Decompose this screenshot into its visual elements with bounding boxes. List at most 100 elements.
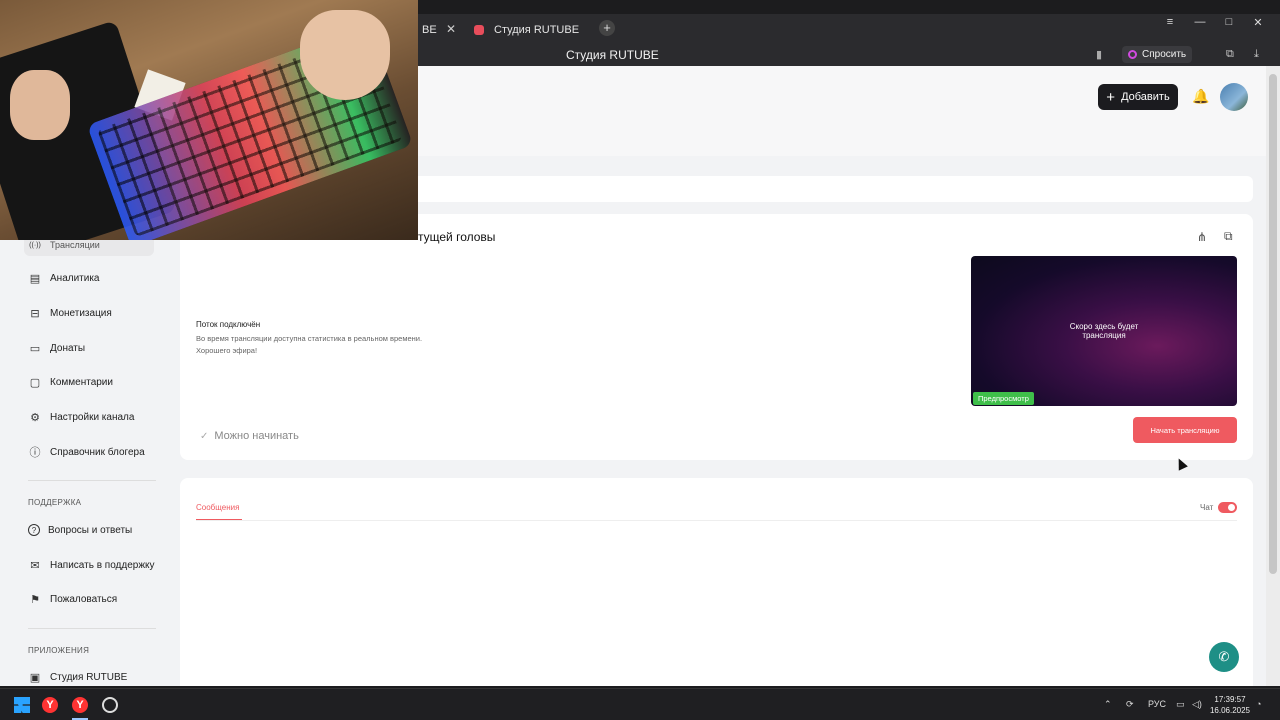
rutube-favicon-icon (474, 25, 484, 35)
tab-label: BE (422, 24, 437, 36)
avatar[interactable] (1220, 83, 1248, 111)
tab-close-icon[interactable]: ✕ (446, 22, 456, 36)
sidebar-item-label: Трансляции (50, 240, 100, 250)
bell-icon[interactable]: 🔔 (1192, 88, 1209, 105)
sidebar-item-channel-settings[interactable]: ⚙ Настройки канала (28, 406, 134, 428)
yandex-browser-icon[interactable]: Y (42, 697, 58, 713)
notifications-icon[interactable]: ◔ (1256, 699, 1261, 709)
start-stream-button[interactable]: Начать трансляцию (1133, 417, 1237, 443)
clock-date: 16.06.2025 (1209, 706, 1251, 715)
toggle-knob (1228, 504, 1235, 511)
taskbar: Y Y ⌃ ⟳ РУС ▭ ◁) 17:39:57 16.06.2025 ◔ (0, 688, 1280, 720)
sidebar-item-label: Студия RUTUBE (50, 671, 128, 683)
comments-icon: ▢ (29, 376, 41, 389)
download-icon[interactable]: ⤓ (1254, 48, 1259, 61)
check-icon: ✓ (200, 430, 209, 442)
gear-icon: ⚙ (30, 411, 40, 424)
tab-label: Студия RUTUBE (494, 24, 580, 36)
sidebar-item-report[interactable]: ⚑ Пожаловаться (28, 588, 117, 610)
new-tab-button[interactable]: + (599, 20, 615, 36)
open-external-icon[interactable]: ⧉ (1224, 229, 1233, 244)
sidebar-item-label: Вопросы и ответы (48, 524, 133, 536)
stream-connected-desc: Во время трансляции доступна статистика … (196, 333, 496, 357)
stream-title: тущей головы (418, 230, 496, 244)
sidebar-divider (28, 628, 156, 629)
taskbar-clock[interactable]: 17:39:57 16.06.2025 (1208, 694, 1252, 716)
window-close-icon[interactable]: ✕ (1248, 16, 1268, 29)
obs-icon[interactable] (102, 697, 118, 713)
chat-toggle-label: Чат (1200, 503, 1214, 512)
preview-text-line-2: трансляция (1082, 331, 1126, 340)
sidebar-item-monetization[interactable]: ⊟ Монетизация (28, 302, 112, 324)
windows-start-icon[interactable] (14, 697, 30, 713)
stream-card: тущей головы ⋔ ⧉ Поток подключён Во врем… (180, 214, 1253, 460)
ai-icon (1128, 50, 1137, 59)
ask-ai-button[interactable]: Спросить (1122, 46, 1193, 63)
sidebar: ((·)) Трансляции ▤ Аналитика ⊟ Монетизац… (14, 234, 170, 688)
support-heading: ПОДДЕРЖКА (28, 498, 82, 507)
add-label: Добавить (1121, 91, 1170, 103)
help-icon: ? (28, 524, 40, 536)
monetization-icon: ⊟ (30, 307, 40, 320)
tray-chevron-icon[interactable]: ⌃ (1104, 699, 1112, 710)
sidebar-item-studio-app[interactable]: ▣ Студия RUTUBE (28, 666, 128, 688)
sidebar-item-label: Комментарии (50, 376, 113, 388)
browser-menu-icon[interactable]: ≡ (1160, 16, 1180, 28)
preview-badge: Предпросмотр (973, 392, 1034, 405)
sidebar-item-label: Монетизация (50, 307, 112, 319)
sidebar-item-donations[interactable]: ▭ Донаты (28, 337, 85, 359)
preview-placeholder-text: Скоро здесь будет трансляция (971, 322, 1237, 340)
page-title[interactable]: Студия RUTUBE (566, 48, 659, 62)
info-icon: ⓘ (29, 447, 41, 459)
sidebar-item-blogger-guide[interactable]: ⓘ Справочник блогера (28, 441, 145, 463)
sidebar-item-label: Пожаловаться (50, 593, 118, 605)
preview-text-line-1: Скоро здесь будет (1069, 322, 1139, 331)
scroll-thumb[interactable] (1269, 74, 1277, 574)
ready-status: ✓ Можно начинать (200, 430, 299, 442)
donations-icon: ▭ (29, 342, 41, 355)
studio-icon: ▣ (29, 671, 41, 684)
sidebar-divider (28, 480, 156, 481)
sidebar-item-comments[interactable]: ▢ Комментарии (28, 371, 113, 393)
language-indicator[interactable]: РУС (1148, 699, 1166, 709)
collections-icon[interactable]: ⧉ (1226, 48, 1234, 61)
sidebar-item-label: Написать в поддержку (50, 559, 155, 571)
monitor-icon[interactable]: ▭ (1176, 699, 1185, 710)
tab-active-underline (196, 519, 242, 520)
sidebar-item-contact-support[interactable]: ✉ Написать в поддержку (28, 554, 155, 576)
maximize-icon[interactable]: □ (1219, 16, 1239, 28)
sidebar-item-label: Аналитика (50, 272, 100, 284)
support-chat-button[interactable]: ✆ (1209, 642, 1239, 672)
chat-divider (196, 520, 1237, 521)
page-scrollbar[interactable] (1266, 66, 1280, 686)
sidebar-item-label: Донаты (50, 342, 86, 354)
hand-shape (10, 70, 70, 140)
ready-label: Можно начинать (214, 430, 299, 442)
add-button[interactable]: + Добавить (1098, 84, 1178, 110)
clock-time: 17:39:57 (1214, 695, 1246, 704)
volume-icon[interactable]: ◁) (1192, 699, 1202, 710)
sidebar-item-faq[interactable]: ? Вопросы и ответы (28, 519, 132, 541)
apps-heading: ПРИЛОЖЕНИЯ (28, 646, 90, 655)
yandex-browser-icon[interactable]: Y (72, 697, 88, 713)
stream-preview[interactable]: Скоро здесь будет трансляция Предпросмот… (971, 256, 1237, 406)
sync-icon[interactable]: ⟳ (1126, 699, 1134, 710)
minimize-icon[interactable]: — (1190, 16, 1210, 28)
mail-icon: ✉ (30, 559, 40, 572)
chat-card: Сообщения Чат (180, 478, 1253, 686)
connected-wish-line: Хорошего эфира! (196, 346, 258, 355)
plus-icon: + (1106, 88, 1116, 106)
flag-icon: ⚑ (30, 593, 40, 606)
analytics-icon: ▤ (29, 272, 41, 285)
connected-desc-line: Во время трансляции доступна статистика … (196, 334, 423, 343)
hand-shape (300, 10, 390, 100)
chat-toggle[interactable] (1218, 502, 1237, 513)
tab-messages[interactable]: Сообщения (196, 503, 239, 512)
sidebar-item-analytics[interactable]: ▤ Аналитика (28, 267, 100, 289)
sidebar-item-label: Настройки канала (50, 411, 135, 423)
browser-tab-studio[interactable]: Студия RUTUBE (466, 18, 596, 42)
ask-label: Спросить (1142, 49, 1187, 60)
sidebar-item-label: Справочник блогера (50, 446, 145, 458)
share-icon[interactable]: ⋔ (1197, 230, 1207, 244)
bookmark-icon[interactable]: ▮ (1096, 48, 1102, 61)
